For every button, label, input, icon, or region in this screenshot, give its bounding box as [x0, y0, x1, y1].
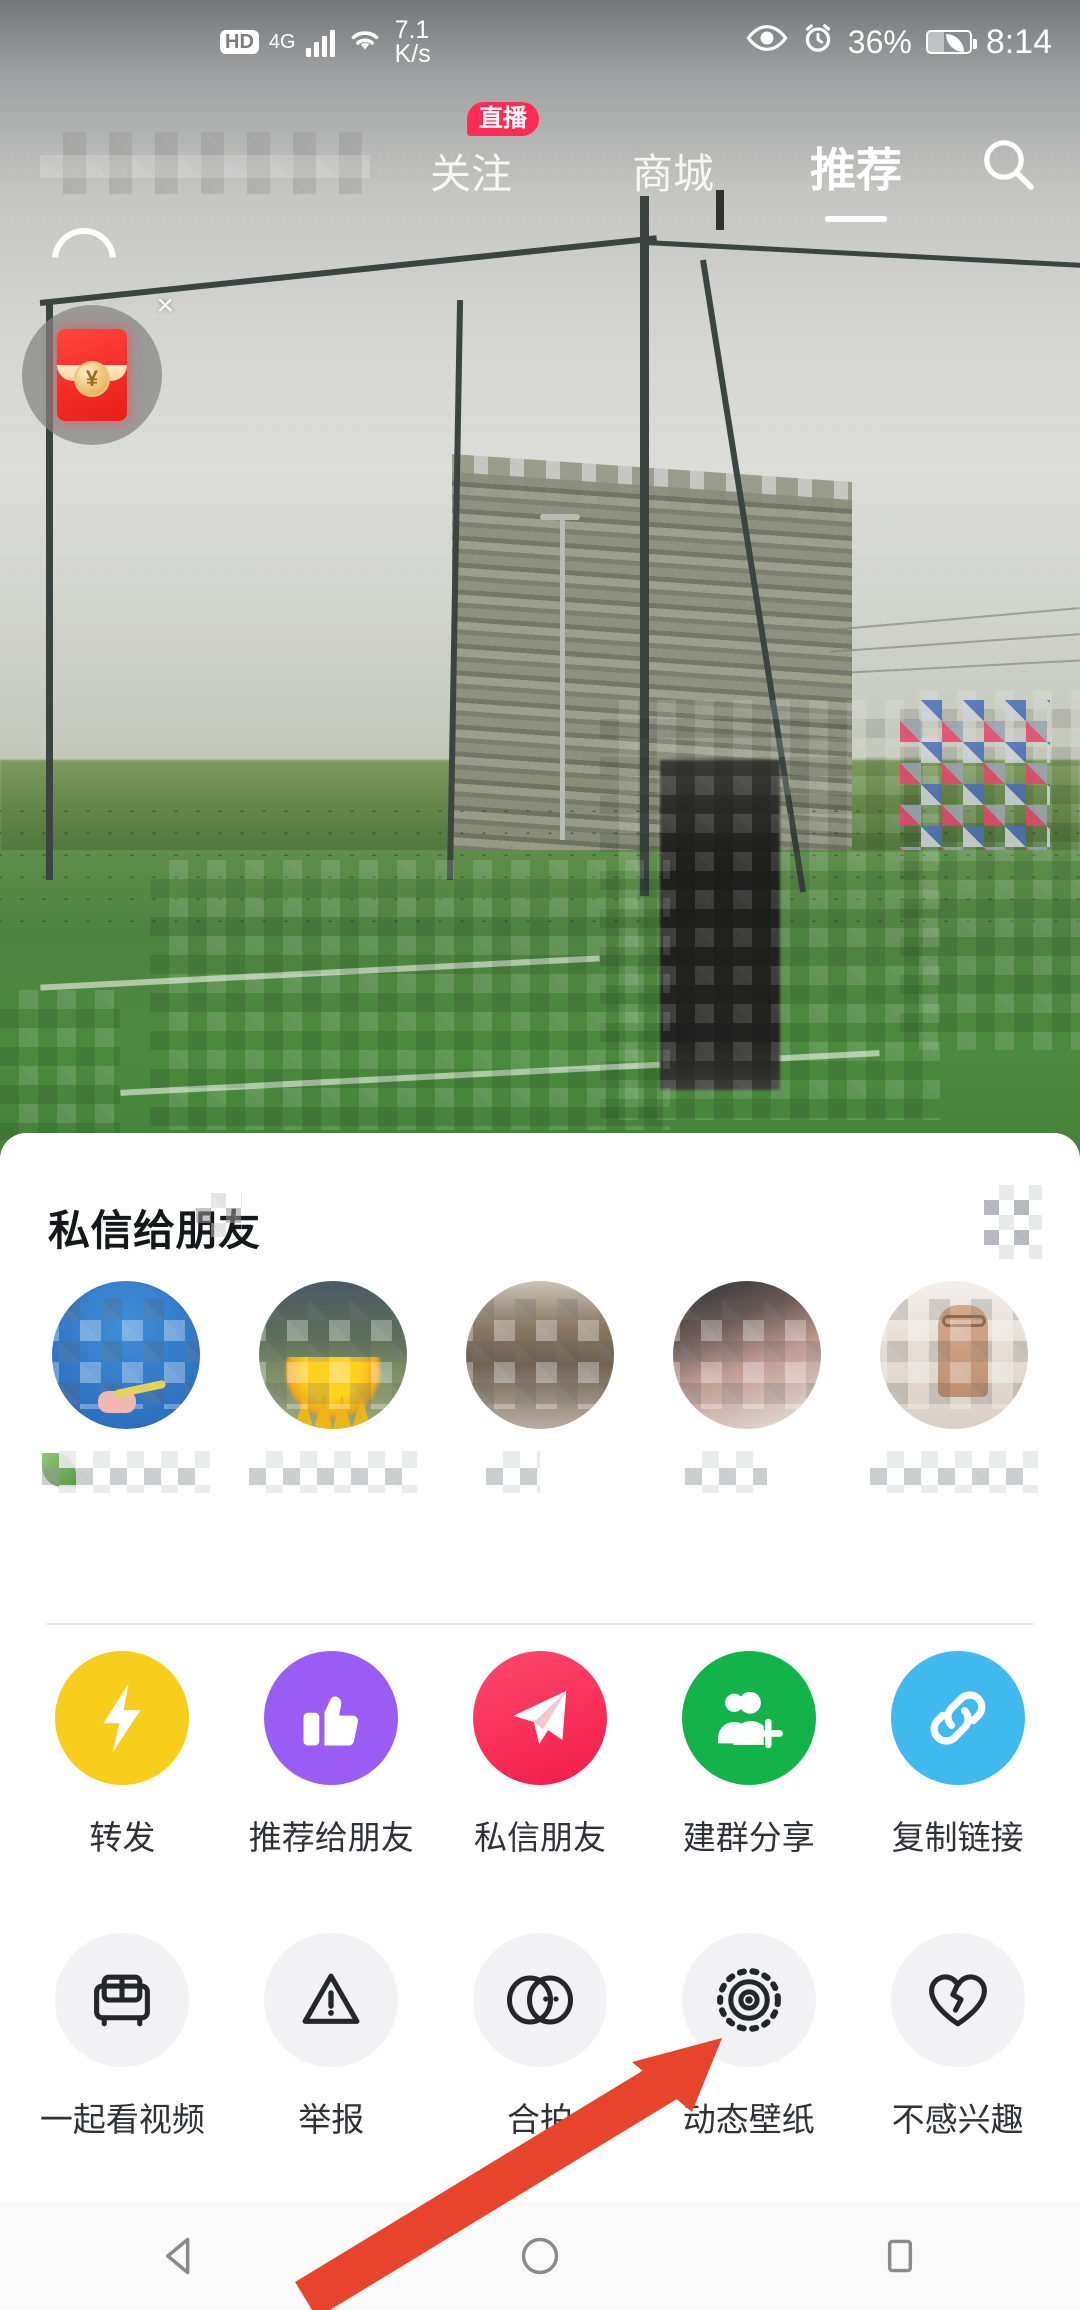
clock-label: 8:14 — [985, 22, 1052, 61]
action-label: 一起看视频 — [39, 2101, 205, 2138]
action-direct-message[interactable]: 私信朋友 — [445, 1651, 635, 1859]
action-label: 私信朋友 — [473, 1819, 606, 1856]
tab-recommend[interactable]: 推荐 — [810, 134, 902, 222]
status-bar: HD 4G 7.1 K/s 36% 8:14 — [0, 0, 1080, 84]
home-circle-icon[interactable] — [465, 2233, 615, 2279]
network-type-label: 4G — [268, 30, 296, 53]
back-triangle-icon[interactable] — [105, 2233, 255, 2279]
action-label: 推荐给朋友 — [248, 1819, 414, 1856]
action-label: 举报 — [298, 2101, 365, 2138]
top-navigation-tabs: 关注 直播 商城 推荐 — [0, 102, 1080, 258]
action-create-group-share[interactable]: 建群分享 — [654, 1651, 844, 1859]
blurred-username-region — [40, 132, 370, 194]
paper-plane-icon — [472, 1651, 607, 1785]
live-badge[interactable]: 直播 — [467, 102, 539, 136]
friend-name-4 — [663, 1451, 831, 1493]
friend-avatar-2[interactable] — [258, 1281, 407, 1429]
network-speed-unit: K/s — [394, 40, 431, 68]
broken-heart-icon — [890, 1933, 1025, 2067]
network-speed-indicator: 7.1 K/s — [394, 17, 431, 68]
close-icon[interactable]: × — [156, 291, 174, 321]
action-recommend-to-friend[interactable]: 推荐给朋友 — [236, 1651, 426, 1859]
pixelated-region — [900, 700, 1050, 850]
friend-name-1 — [41, 1451, 210, 1493]
action-report[interactable]: 举报 — [236, 1933, 426, 2141]
action-copy-link[interactable]: 复制链接 — [863, 1651, 1053, 1859]
pixelated-region — [150, 860, 670, 1130]
duet-circles-icon — [472, 1933, 607, 2067]
friend-name-3 — [456, 1451, 624, 1493]
system-navigation-bar — [0, 2202, 1080, 2310]
add-user-group-icon — [681, 1651, 816, 1785]
action-label: 合拍 — [506, 2101, 573, 2138]
tab-mall-label: 商城 — [632, 151, 714, 197]
link-chain-icon — [890, 1651, 1025, 1785]
tab-follow[interactable]: 关注 直播 — [430, 102, 539, 200]
street-lamp-head — [540, 514, 580, 520]
lightning-bolt-icon — [55, 1651, 190, 1785]
thumbs-up-icon — [264, 1651, 399, 1785]
friend-name-5 — [870, 1451, 1039, 1493]
red-packet-promo[interactable]: ¥ × — [22, 291, 174, 445]
search-icon[interactable] — [980, 136, 1036, 197]
list-item[interactable] — [864, 1281, 1044, 1493]
live-wallpaper-icon — [681, 1933, 816, 2067]
street-lamp-pole — [560, 520, 565, 840]
tab-recommend-label: 推荐 — [810, 144, 902, 196]
tab-mall[interactable]: 商城 — [632, 140, 714, 200]
wifi-icon — [345, 22, 385, 62]
friend-avatar-3[interactable] — [465, 1281, 614, 1429]
share-bottom-sheet: 私信给朋友 转发 推荐给朋友 私信朋友 建群分享 复制链接 一起看视频 举报 合… — [0, 1133, 1080, 2310]
hd-icon: HD — [220, 30, 259, 54]
action-duet[interactable]: 合拍 — [445, 1933, 635, 2141]
tab-follow-label: 关注 — [430, 151, 512, 197]
signal-strength-icon — [305, 27, 335, 57]
yuan-symbol: ¥ — [74, 361, 110, 397]
active-tab-underline — [825, 216, 887, 222]
list-item[interactable] — [450, 1281, 630, 1493]
eye-comfort-icon — [746, 25, 788, 59]
friend-avatar-4[interactable] — [673, 1281, 822, 1429]
share-actions-row-2: 一起看视频 举报 合拍 动态壁纸 不感兴趣 — [0, 1933, 1080, 2141]
battery-power-saving-icon — [925, 30, 977, 54]
red-envelope-graphic: ¥ — [57, 329, 127, 421]
action-label: 不感兴趣 — [891, 2101, 1024, 2138]
list-item[interactable] — [657, 1281, 837, 1493]
friend-avatar-1[interactable] — [51, 1281, 200, 1429]
red-packet-icon[interactable]: ¥ — [22, 305, 162, 445]
warning-triangle-icon — [264, 1933, 399, 2067]
battery-percent-label: 36% — [847, 23, 912, 60]
action-label: 建群分享 — [682, 1819, 815, 1856]
share-actions-row-1: 转发 推荐给朋友 私信朋友 建群分享 复制链接 — [0, 1651, 1080, 1859]
friend-avatar-5[interactable] — [880, 1281, 1029, 1429]
action-label: 动态壁纸 — [682, 2101, 815, 2138]
action-forward[interactable]: 转发 — [27, 1651, 217, 1859]
list-item[interactable] — [36, 1281, 216, 1493]
friend-name-2 — [248, 1451, 417, 1493]
status-bar-right: 36% 8:14 — [746, 22, 1052, 62]
pixelated-region — [0, 990, 120, 1140]
section-divider — [46, 1623, 1034, 1625]
blurred-title-overlay — [196, 1193, 242, 1237]
recents-square-icon[interactable] — [825, 2233, 975, 2279]
status-bar-left: HD 4G 7.1 K/s — [220, 17, 431, 68]
sofa-icon — [55, 1933, 190, 2067]
phone-screen: HD 4G 7.1 K/s 36% 8:14 关注 直播 商城 推荐 ¥ × 私… — [0, 0, 1080, 2310]
blurred-sheet-corner — [984, 1185, 1042, 1259]
action-live-wallpaper[interactable]: 动态壁纸 — [654, 1933, 844, 2141]
list-item[interactable] — [243, 1281, 423, 1493]
action-watch-together[interactable]: 一起看视频 — [27, 1933, 217, 2141]
action-label: 转发 — [89, 1819, 156, 1856]
alarm-clock-icon — [802, 22, 834, 62]
action-not-interested[interactable]: 不感兴趣 — [863, 1933, 1053, 2141]
friends-list — [0, 1281, 1080, 1493]
action-label: 复制链接 — [891, 1819, 1024, 1856]
